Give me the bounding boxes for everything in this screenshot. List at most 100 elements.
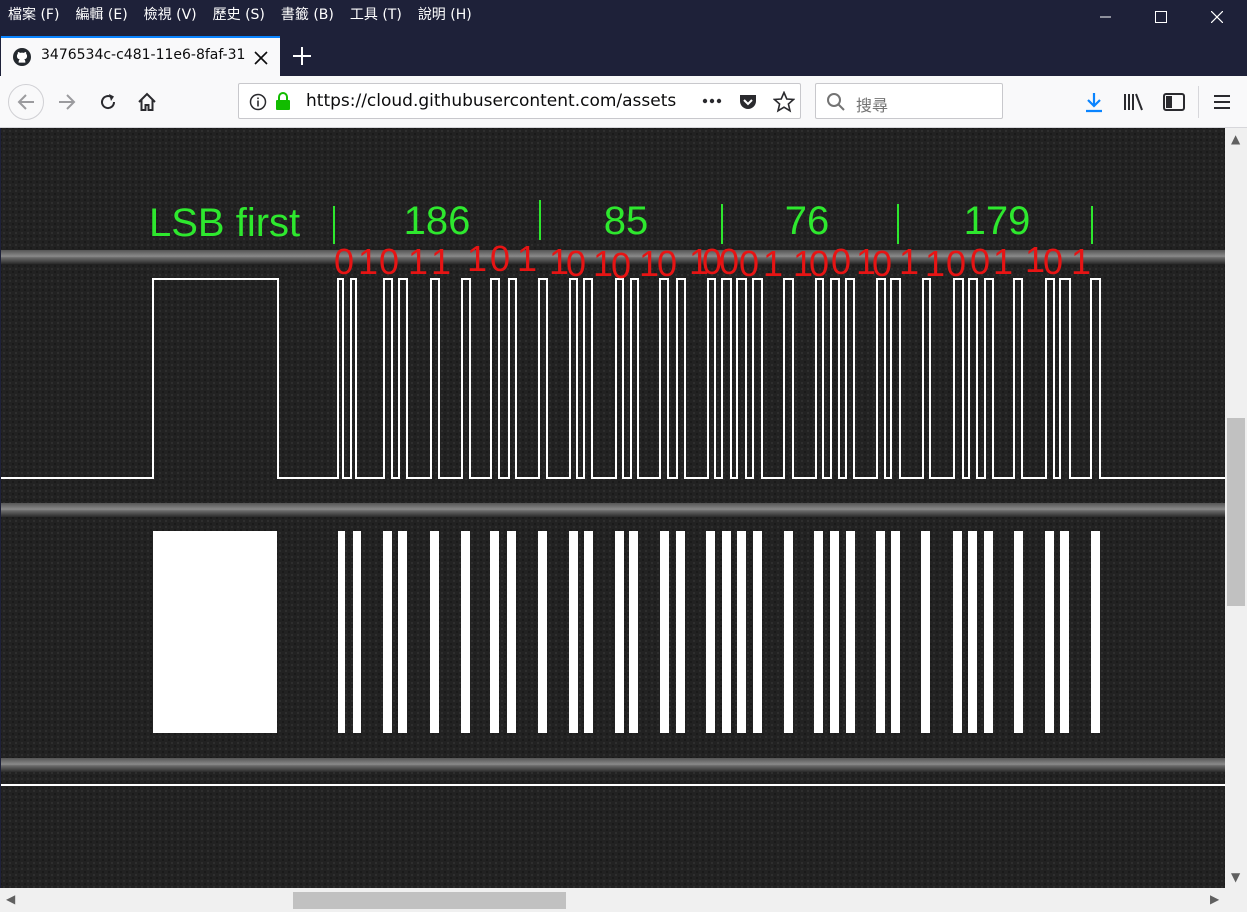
lock-icon	[276, 92, 290, 110]
bit-label: 1	[358, 241, 378, 282]
github-icon	[13, 48, 31, 66]
more-dots-icon[interactable]	[702, 98, 722, 104]
filled-pulse	[538, 531, 547, 733]
bit-label: 0	[872, 243, 892, 284]
maximize-button[interactable]	[1133, 0, 1189, 34]
filled-pulse	[921, 531, 930, 733]
menu-button[interactable]	[1204, 84, 1240, 120]
filled-pulses	[153, 531, 1100, 733]
info-icon[interactable]	[249, 93, 267, 111]
menu-bar: 檔案 (F) 編輯 (E) 檢視 (V) 歷史 (S) 書籤 (B) 工具 (T…	[0, 0, 480, 30]
menu-edit[interactable]: 編輯 (E)	[67, 1, 135, 29]
horizontal-scrollbar[interactable]: ◀ ▶	[0, 888, 1247, 912]
sidebar-button[interactable]	[1156, 84, 1192, 120]
filled-pulse	[722, 531, 731, 733]
filled-pulse	[507, 531, 516, 733]
menu-view[interactable]: 檢視 (V)	[136, 1, 205, 29]
title-bar: 檔案 (F) 編輯 (E) 檢視 (V) 歷史 (S) 書籤 (B) 工具 (T…	[0, 0, 1247, 32]
filled-pulse	[490, 531, 499, 733]
filled-pulse	[629, 531, 638, 733]
search-icon	[827, 93, 845, 111]
filled-pulse	[706, 531, 715, 733]
tab-strip: 3476534c-c481-11e6-8faf-31	[0, 36, 1247, 76]
minimize-button[interactable]	[1078, 0, 1134, 34]
scroll-right-icon[interactable]: ▶	[1210, 892, 1219, 906]
filled-pulse	[968, 531, 977, 733]
filled-pulse	[1091, 531, 1100, 733]
reload-button[interactable]	[90, 84, 126, 120]
forward-button[interactable]	[49, 84, 85, 120]
bit-label: 0	[809, 243, 829, 284]
filled-pulse	[1045, 531, 1054, 733]
filled-pulse	[953, 531, 962, 733]
menu-help[interactable]: 說明 (H)	[410, 1, 480, 29]
scroll-left-icon[interactable]: ◀	[6, 892, 15, 906]
search-bar[interactable]: 搜尋	[815, 83, 1003, 119]
bit-label: 0	[946, 243, 966, 284]
bit-label: 1	[408, 241, 428, 282]
filled-pulse	[461, 531, 470, 733]
byte-value-label: 179	[964, 199, 1031, 243]
scroll-down-icon[interactable]: ▼	[1231, 870, 1240, 884]
page-content: LSB first 186 85 76 179 0 1 0 1 1 1 0 1 …	[1, 128, 1225, 888]
filled-pulse	[876, 531, 885, 733]
bit-label: 1	[517, 238, 537, 279]
library-icon	[1124, 93, 1143, 111]
filled-pulse	[430, 531, 439, 733]
url-bar[interactable]: https://cloud.githubusercontent.com/asse…	[238, 83, 801, 119]
bit-label: 0	[490, 238, 510, 279]
menu-tools[interactable]: 工具 (T)	[342, 1, 410, 29]
menu-bookmarks[interactable]: 書籤 (B)	[273, 1, 342, 29]
filled-pulse	[398, 531, 407, 733]
star-icon[interactable]	[773, 91, 795, 113]
filled-pulse	[569, 531, 578, 733]
hamburger-menu-icon	[1214, 95, 1230, 109]
home-icon	[138, 92, 156, 111]
toolbar-divider	[1198, 86, 1199, 118]
filled-pulse	[584, 531, 593, 733]
close-window-button[interactable]	[1189, 0, 1245, 34]
rail-divider	[1, 503, 1225, 517]
horizontal-scroll-thumb[interactable]	[293, 892, 566, 909]
bit-label: 0	[719, 241, 739, 282]
menu-file[interactable]: 檔案 (F)	[0, 1, 67, 29]
close-icon[interactable]	[254, 51, 268, 65]
filled-pulse	[891, 531, 900, 733]
library-button[interactable]	[1116, 84, 1152, 120]
sidebar-icon	[1163, 93, 1185, 111]
download-button[interactable]	[1076, 84, 1112, 120]
filled-pulse	[737, 531, 746, 733]
filled-pulse	[1060, 531, 1069, 733]
bit-label: 0	[334, 241, 354, 282]
menu-history[interactable]: 歷史 (S)	[205, 1, 273, 29]
filled-pulse	[753, 531, 762, 733]
byte-value-label: 76	[785, 199, 830, 243]
filled-pulse	[153, 531, 277, 733]
home-button[interactable]	[129, 84, 165, 120]
bit-label: 1	[467, 238, 487, 279]
filled-pulse	[660, 531, 669, 733]
bit-label: 0	[831, 241, 851, 282]
waveform-trace	[1, 278, 1225, 479]
maximize-icon	[1155, 11, 1167, 23]
filled-pulse	[814, 531, 823, 733]
bit-label: 1	[1071, 241, 1091, 282]
url-text[interactable]: https://cloud.githubusercontent.com/asse…	[306, 91, 694, 111]
plus-icon[interactable]	[292, 46, 312, 66]
scroll-up-icon[interactable]: ▲	[1231, 132, 1240, 146]
filled-pulse	[353, 531, 361, 733]
rail-divider	[1, 758, 1225, 772]
bit-label: 1	[993, 241, 1013, 282]
filled-pulse	[676, 531, 685, 733]
back-button[interactable]	[8, 84, 44, 120]
byte-value-label: 85	[604, 199, 649, 243]
close-icon	[1211, 11, 1223, 23]
vertical-scrollbar[interactable]: ▲ ▼	[1225, 128, 1247, 888]
pocket-icon[interactable]	[738, 92, 758, 112]
forward-arrow-icon	[59, 94, 76, 110]
vertical-scroll-thumb[interactable]	[1227, 418, 1245, 606]
bit-label: 0	[566, 243, 586, 284]
tab-active[interactable]: 3476534c-c481-11e6-8faf-31	[1, 36, 280, 76]
bit-label: 1	[763, 243, 783, 284]
heading-label: LSB first	[149, 201, 300, 245]
